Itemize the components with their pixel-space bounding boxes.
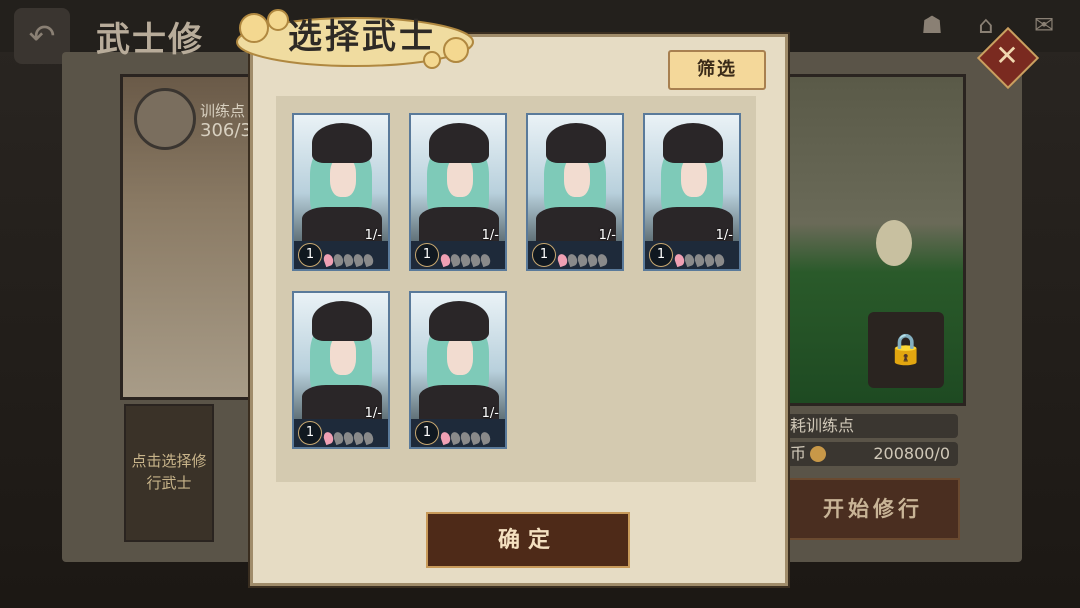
card-level-badge: 1 xyxy=(298,243,322,267)
clan-emblem-icon xyxy=(134,88,196,150)
petal-star-icon xyxy=(479,252,492,268)
samurai-portrait xyxy=(411,115,505,247)
star-rating xyxy=(322,251,375,268)
archery-target-icon xyxy=(876,220,912,266)
samurai-card[interactable]: 1/- 1 xyxy=(643,113,741,271)
start-training-button[interactable]: 开始修行 xyxy=(786,478,960,540)
close-icon[interactable]: ✕ xyxy=(994,36,1020,76)
star-rating xyxy=(322,429,375,446)
card-level-badge: 1 xyxy=(649,243,673,267)
samurai-card[interactable]: 1/- 1 xyxy=(409,113,507,271)
points-value: 306/3 xyxy=(200,120,252,141)
card-footer: 1 xyxy=(294,241,388,269)
mail-icon[interactable]: ✉ xyxy=(1024,6,1064,44)
dialog-title: 选择武士 xyxy=(288,17,436,57)
card-level-badge: 1 xyxy=(298,421,322,445)
star-rating xyxy=(556,251,609,268)
coin-icon xyxy=(810,446,826,462)
samurai-card[interactable]: 1/- 1 xyxy=(526,113,624,271)
star-rating xyxy=(673,251,726,268)
character-icon[interactable]: ☗ xyxy=(912,6,952,44)
coin-row: 币 200800/0 xyxy=(786,442,958,466)
card-footer: 1 xyxy=(411,419,505,447)
cost-row: 耗训练点 xyxy=(786,414,958,438)
petal-star-icon xyxy=(596,252,609,268)
select-samurai-slot[interactable]: 点击选择修行武士 xyxy=(124,404,214,542)
samurai-portrait xyxy=(294,115,388,247)
card-footer: 1 xyxy=(411,241,505,269)
confirm-button[interactable]: 确定 xyxy=(426,512,630,568)
petal-star-icon xyxy=(713,252,726,268)
samurai-portrait xyxy=(645,115,739,247)
card-footer: 1 xyxy=(294,419,388,447)
petal-star-icon xyxy=(362,430,375,446)
filter-button[interactable]: 筛选 xyxy=(668,50,766,90)
petal-star-icon xyxy=(362,252,375,268)
coin-value: 200800/0 xyxy=(873,444,950,463)
samurai-portrait xyxy=(528,115,622,247)
card-level-badge: 1 xyxy=(532,243,556,267)
petal-star-icon xyxy=(479,430,492,446)
card-level-badge: 1 xyxy=(415,243,439,267)
star-rating xyxy=(439,251,492,268)
samurai-card[interactable]: 1/- 1 xyxy=(292,291,390,449)
card-footer: 1 xyxy=(645,241,739,269)
samurai-card[interactable]: 1/- 1 xyxy=(409,291,507,449)
lock-icon[interactable]: 🔒 xyxy=(868,312,944,388)
card-footer: 1 xyxy=(528,241,622,269)
coin-label: 币 xyxy=(790,444,807,463)
samurai-portrait xyxy=(294,293,388,425)
samurai-portrait xyxy=(411,293,505,425)
samurai-card[interactable]: 1/- 1 xyxy=(292,113,390,271)
star-rating xyxy=(439,429,492,446)
points-label: 训练点 xyxy=(200,102,246,120)
card-level-badge: 1 xyxy=(415,421,439,445)
